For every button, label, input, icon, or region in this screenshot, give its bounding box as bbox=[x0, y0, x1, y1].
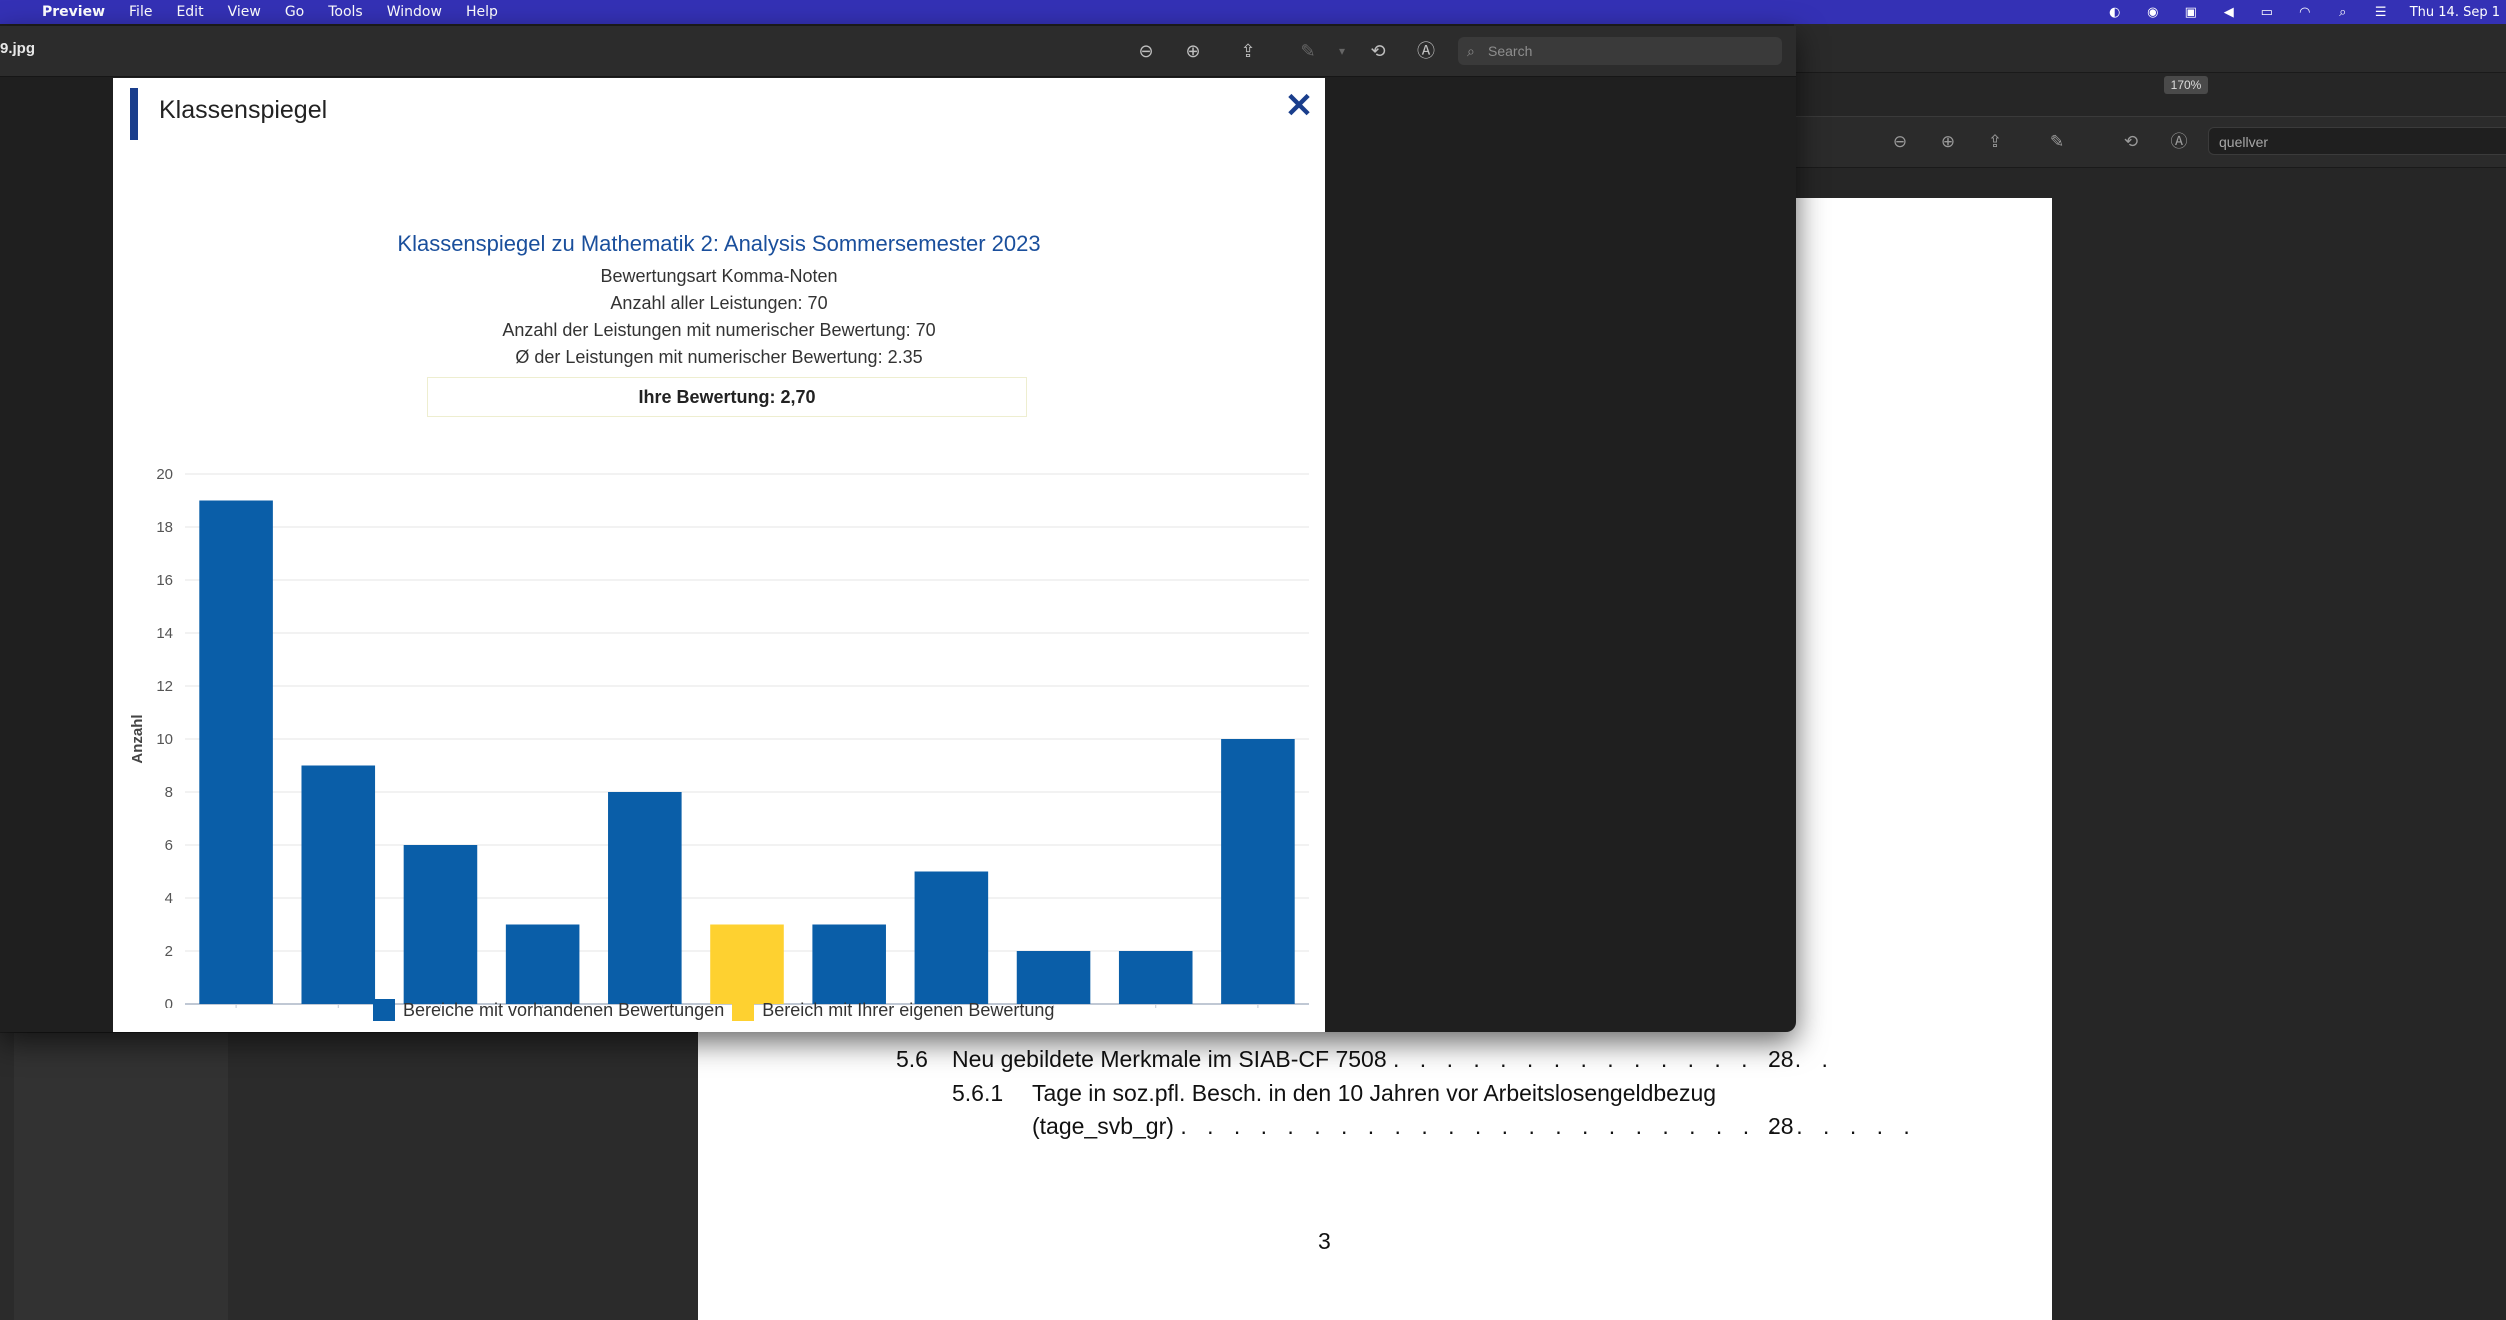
search-icon: ⌕ bbox=[1467, 43, 1475, 59]
y-tick-label: 4 bbox=[165, 890, 173, 907]
legend-label: Bereiche mit vorhandenen Bewertungen bbox=[403, 999, 725, 1020]
bar bbox=[1118, 951, 1193, 1004]
legend-swatch-default bbox=[373, 999, 395, 1021]
menu-edit[interactable]: Edit bbox=[164, 4, 215, 20]
rotate-icon[interactable]: ⟲ bbox=[1366, 39, 1390, 63]
dialog-title: Klassenspiegel bbox=[159, 96, 328, 124]
y-tick-label: 6 bbox=[165, 837, 173, 854]
toc-text: (tage_svb_gr) bbox=[1032, 1113, 1174, 1139]
chart-title: Klassenspiegel zu Mathematik 2: Analysis… bbox=[397, 231, 1041, 256]
menu-file[interactable]: File bbox=[117, 4, 164, 20]
markup-pen-icon[interactable]: ✎ bbox=[2046, 131, 2068, 153]
close-icon[interactable]: ✕ bbox=[1281, 88, 1317, 124]
bar bbox=[199, 500, 273, 1004]
window-title: 9.jpg bbox=[0, 40, 36, 57]
toc-page-number: 28 bbox=[1768, 1046, 1794, 1072]
background-search-input[interactable]: quellver bbox=[2208, 127, 2506, 155]
toc-number: 5.6.1 bbox=[952, 1080, 1004, 1106]
markup-pen-icon[interactable]: ✎ bbox=[1296, 39, 1320, 63]
share-icon[interactable]: ⇪ bbox=[1236, 39, 1260, 63]
legend-label: Bereich mit Ihrer eigenen Bewertung bbox=[762, 999, 1055, 1020]
battery-icon[interactable]: ▭ bbox=[2258, 5, 2276, 20]
annotate-icon[interactable]: Ⓐ bbox=[2168, 131, 2190, 153]
menu-go[interactable]: Go bbox=[273, 4, 316, 20]
toc-entry: 5.6 bbox=[896, 1046, 928, 1073]
menu-view[interactable]: View bbox=[216, 4, 273, 20]
chart-subtitle-line: Anzahl aller Leistungen: 70 bbox=[610, 293, 828, 313]
zoom-level: 170% bbox=[2164, 76, 2208, 94]
toc-number: 5.6 bbox=[896, 1046, 928, 1072]
toc-text: Neu gebildete Merkmale im SIAB-CF 7508 bbox=[952, 1046, 1387, 1072]
record-icon[interactable]: ◉ bbox=[2144, 5, 2162, 20]
bar bbox=[812, 924, 886, 1004]
chart-subtitle-line: Bewertungsart Komma-Noten bbox=[600, 266, 838, 286]
page-number: 3 bbox=[1318, 1228, 1331, 1254]
chart-subtitle-line: Anzahl der Leistungen mit numerischer Be… bbox=[502, 320, 936, 340]
clock[interactable]: Thu 14. Sep 1 bbox=[2410, 5, 2500, 20]
input-source-icon[interactable]: ▣ bbox=[2182, 5, 2200, 20]
preview-window: 9.jpg ⊖ ⊕ ⇪ ✎ ▾ ⟲ Ⓐ ⌕ Search Klassenspie… bbox=[0, 26, 1796, 1032]
search-placeholder: Search bbox=[1488, 43, 1533, 59]
chart-subtitle-line: Ø der Leistungen mit numerischer Bewertu… bbox=[515, 347, 923, 367]
bar bbox=[1016, 951, 1091, 1004]
document-right-gutter bbox=[2052, 198, 2506, 1320]
bar bbox=[710, 924, 784, 1004]
preview-toolbar: 9.jpg ⊖ ⊕ ⇪ ✎ ▾ ⟲ Ⓐ ⌕ Search bbox=[0, 26, 1796, 77]
bar bbox=[1221, 739, 1295, 1004]
toc-entry-text: Neu gebildete Merkmale im SIAB-CF 7508 .… bbox=[952, 1046, 1835, 1073]
zoom-out-icon[interactable]: ⊖ bbox=[1889, 131, 1911, 153]
control-center-icon[interactable]: ☰ bbox=[2372, 5, 2390, 20]
bar bbox=[505, 924, 580, 1004]
spotlight-search-icon[interactable]: ⌕ bbox=[2334, 5, 2352, 20]
y-tick-label: 2 bbox=[165, 943, 173, 960]
menu-tools[interactable]: Tools bbox=[316, 4, 375, 20]
bar bbox=[403, 845, 478, 1004]
y-tick-label: 12 bbox=[156, 678, 173, 695]
wifi-icon[interactable]: ◠ bbox=[2296, 5, 2314, 20]
y-axis-title: Anzahl bbox=[129, 714, 146, 763]
legend-swatch-highlight bbox=[732, 999, 755, 1021]
bar bbox=[914, 871, 989, 1004]
y-tick-label: 14 bbox=[156, 625, 173, 642]
volume-icon[interactable]: ◀ bbox=[2220, 5, 2238, 20]
zoom-out-icon[interactable]: ⊖ bbox=[1134, 39, 1158, 63]
title-accent-bar bbox=[130, 88, 138, 140]
bar bbox=[608, 792, 682, 1004]
menu-help[interactable]: Help bbox=[454, 4, 510, 20]
zoom-in-icon[interactable]: ⊕ bbox=[1937, 131, 1959, 153]
search-input[interactable]: ⌕ Search bbox=[1458, 37, 1782, 65]
menu-bar: Preview File Edit View Go Tools Window H… bbox=[0, 0, 2506, 24]
share-icon[interactable]: ⇪ bbox=[1984, 131, 2006, 153]
rotate-icon[interactable]: ⟲ bbox=[2120, 131, 2142, 153]
annotate-icon[interactable]: Ⓐ bbox=[1414, 39, 1438, 63]
y-tick-label: 16 bbox=[156, 572, 173, 589]
creative-cloud-icon[interactable]: ◐ bbox=[2106, 5, 2124, 20]
y-tick-label: 18 bbox=[156, 519, 173, 536]
thumbnail-sidebar bbox=[14, 1033, 228, 1320]
chevron-down-icon[interactable]: ▾ bbox=[1330, 39, 1354, 63]
y-tick-label: 0 bbox=[165, 996, 173, 1008]
y-tick-label: 8 bbox=[165, 784, 173, 801]
toc-page-number: 28 bbox=[1768, 1113, 1794, 1139]
y-tick-label: 10 bbox=[156, 731, 173, 748]
zoom-in-icon[interactable]: ⊕ bbox=[1181, 39, 1205, 63]
menu-preview[interactable]: Preview bbox=[34, 4, 117, 20]
bar bbox=[301, 765, 376, 1004]
y-tick-label: 20 bbox=[156, 466, 173, 483]
status-area: ◐ ◉ ▣ ◀ ▭ ◠ ⌕ ☰ Thu 14. Sep 1 bbox=[2106, 0, 2506, 24]
menu-window[interactable]: Window bbox=[375, 4, 454, 20]
background-toolbar: ⊖ ⊕ ⇪ ✎ ⟲ Ⓐ quellver bbox=[1794, 116, 2506, 168]
toc-text: Tage in soz.pfl. Besch. in den 10 Jahren… bbox=[1032, 1080, 1717, 1106]
background-window-titlebar bbox=[1794, 24, 2506, 73]
toc-leader: . . . . . . . . . . . . . . . . . . . . … bbox=[1180, 1113, 1917, 1139]
klassenspiegel-dialog: Klassenspiegel ✕ Klassenspiegel zu Mathe… bbox=[113, 78, 1325, 1032]
grade-distribution-chart: 024681012141618201,001,301,702,002,302,7… bbox=[129, 466, 1309, 1008]
